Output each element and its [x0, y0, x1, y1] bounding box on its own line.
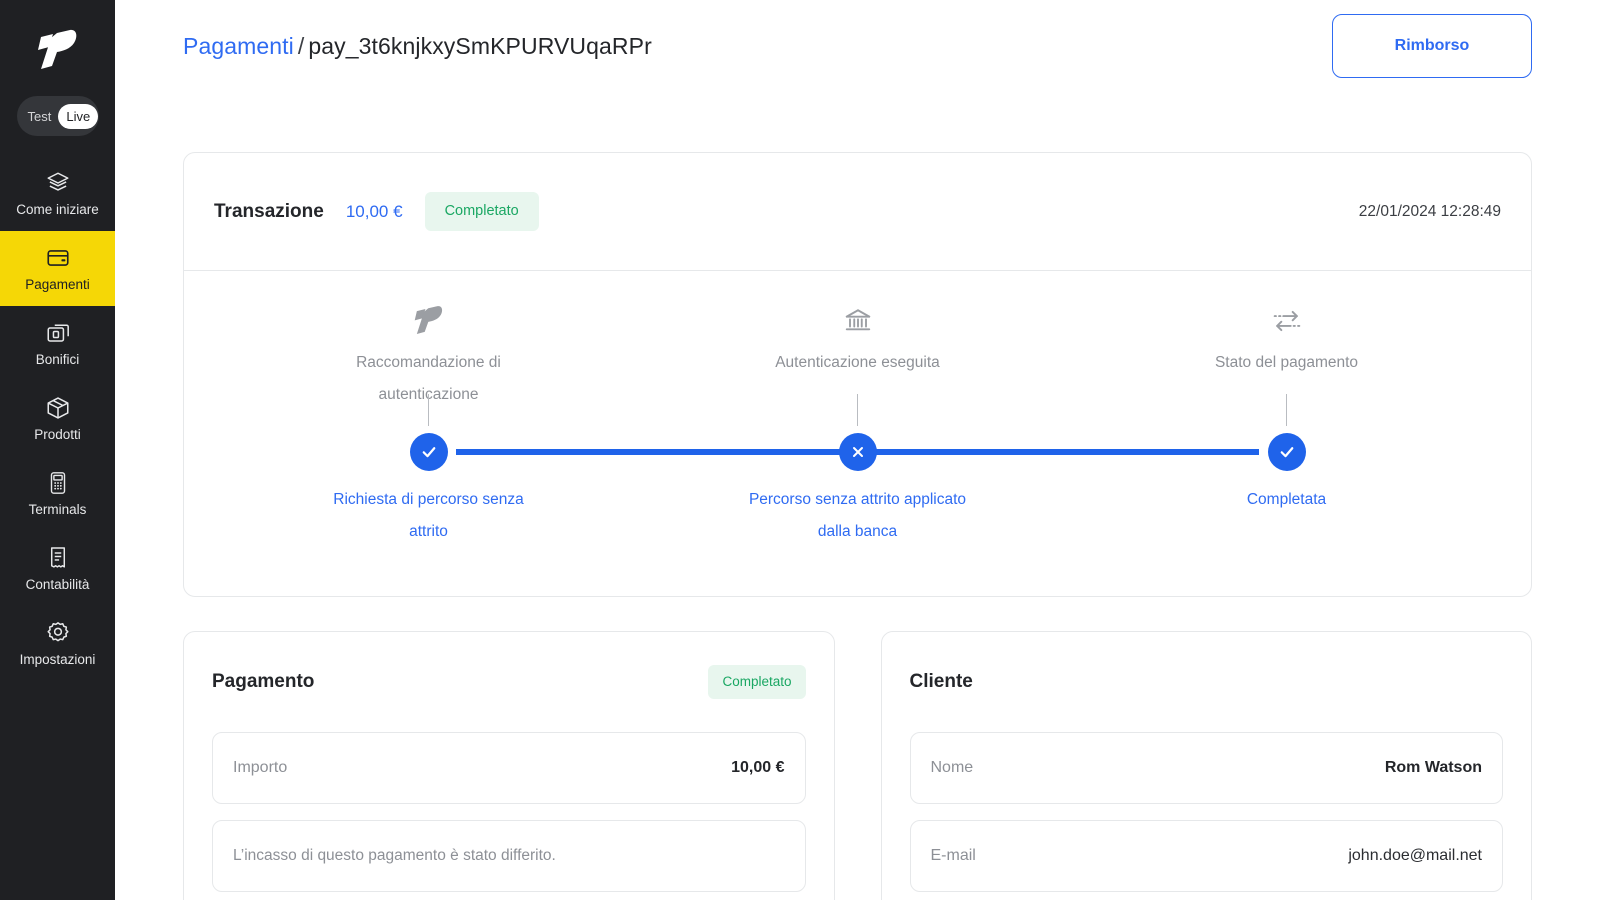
- sidebar-item-impostazioni[interactable]: Impostazioni: [0, 606, 115, 681]
- logo-mark-icon: [37, 29, 76, 69]
- receipt-icon: [45, 545, 71, 571]
- transaction-title: Transazione: [214, 200, 324, 222]
- transaction-datetime: 22/01/2024 12:28:49: [1358, 202, 1501, 220]
- stepper-step-2: Autenticazione eseguita Percorso senza a…: [643, 271, 1072, 596]
- sidebar-item-label: Come iniziare: [16, 202, 99, 218]
- customer-email-field[interactable]: E-mail john.doe@mail.net: [909, 820, 1503, 892]
- payment-card: Pagamento Completato Importo 10,00 € L’i…: [183, 631, 835, 900]
- stepper-step-1: Raccomandazione di autenticazione Richie…: [214, 271, 643, 596]
- sidebar: Test Live Come iniziare Pagamenti Bonifi…: [0, 0, 115, 900]
- sidebar-item-label: Contabilità: [25, 577, 90, 593]
- sidebar-item-label: Prodotti: [34, 427, 81, 443]
- step-bottom-label[interactable]: Richiesta di percorso senza attrito: [314, 484, 544, 548]
- breadcrumb-current: pay_3t6knjkxySmKPURVUqaRPr: [308, 32, 652, 59]
- customer-card-title: Cliente: [909, 671, 973, 692]
- credit-card-icon: [45, 245, 71, 271]
- sidebar-item-contabilita[interactable]: Contabilità: [0, 531, 115, 606]
- payment-card-header: Pagamento Completato: [212, 632, 806, 732]
- breadcrumb: Pagamenti / pay_3t6knjkxySmKPURVUqaRPr: [183, 33, 652, 60]
- gear-icon: [45, 620, 71, 646]
- customer-name-field[interactable]: Nome Rom Watson: [909, 732, 1503, 804]
- sidebar-item-label: Terminals: [28, 502, 87, 518]
- logo[interactable]: [0, 0, 115, 96]
- sidebar-item-label: Bonifici: [35, 352, 80, 368]
- sidebar-item-pagamenti[interactable]: Pagamenti: [0, 231, 115, 306]
- transaction-card: Transazione 10,00 € Completato 22/01/202…: [183, 152, 1532, 597]
- step-bottom-label[interactable]: Percorso senza attrito applicato dalla b…: [743, 484, 973, 548]
- bank-icon: [842, 301, 874, 335]
- breadcrumb-separator: /: [297, 32, 305, 59]
- main-content: Pagamenti / pay_3t6knjkxySmKPURVUqaRPr Rim…: [115, 0, 1600, 900]
- transaction-header: Transazione 10,00 € Completato 22/01/202…: [184, 153, 1531, 271]
- payment-note-text: L’incasso di questo pagamento è stato di…: [233, 847, 556, 864]
- cards-stack-icon: [45, 320, 71, 346]
- field-label: E-mail: [930, 847, 976, 864]
- customer-card: Cliente Nome Rom Watson E-mail john.doe@…: [880, 631, 1532, 900]
- transaction-status-badge: Completato: [424, 192, 539, 231]
- step-bottom-label[interactable]: Completata: [1247, 484, 1326, 516]
- field-label: Importo: [233, 759, 288, 776]
- payment-status-badge: Completato: [708, 665, 806, 699]
- env-option-test[interactable]: Test: [21, 106, 59, 127]
- step-marker-cross[interactable]: [838, 433, 877, 471]
- sidebar-item-terminals[interactable]: Terminals: [0, 456, 115, 531]
- sidebar-item-label: Pagamenti: [25, 277, 90, 293]
- field-value: Rom Watson: [1384, 759, 1482, 776]
- payment-amount-field[interactable]: Importo 10,00 €: [212, 732, 806, 804]
- box-icon: [45, 395, 71, 421]
- sidebar-item-label: Impostazioni: [19, 652, 96, 668]
- payment-note-field: L’incasso di questo pagamento è stato di…: [212, 820, 806, 892]
- payment-card-title: Pagamento: [212, 671, 315, 692]
- step-connector-tick: [427, 394, 430, 426]
- detail-cards-row: Pagamento Completato Importo 10,00 € L’i…: [183, 631, 1532, 900]
- field-label: Nome: [930, 759, 974, 776]
- sidebar-item-bonifici[interactable]: Bonifici: [0, 306, 115, 381]
- step-top-label: Stato del pagamento: [1214, 354, 1359, 371]
- authentication-stepper: Raccomandazione di autenticazione Richie…: [184, 271, 1531, 596]
- field-value: john.doe@mail.net: [1348, 847, 1482, 864]
- step-connector-tick: [856, 394, 859, 426]
- topbar: Pagamenti / pay_3t6knjkxySmKPURVUqaRPr Rim…: [183, 0, 1532, 92]
- transaction-summary: Transazione 10,00 € Completato: [214, 192, 539, 231]
- sidebar-item-prodotti[interactable]: Prodotti: [0, 381, 115, 456]
- env-option-live[interactable]: Live: [58, 103, 99, 129]
- brand-p-icon: [414, 301, 444, 335]
- breadcrumb-root-link[interactable]: Pagamenti: [183, 33, 294, 59]
- transaction-amount: 10,00 €: [345, 201, 403, 221]
- field-value: 10,00 €: [731, 759, 785, 776]
- layers-icon: [45, 170, 71, 196]
- stepper-step-3: Stato del pagamento Completata: [1072, 271, 1501, 596]
- step-marker-check[interactable]: [409, 433, 448, 471]
- step-top-label: Autenticazione eseguita: [775, 354, 940, 371]
- step-marker-check[interactable]: [1267, 433, 1306, 471]
- sidebar-nav: Come iniziare Pagamenti Bonifici Prodott…: [0, 156, 115, 681]
- sidebar-item-come-iniziare[interactable]: Come iniziare: [0, 156, 115, 231]
- refund-button[interactable]: Rimborso: [1332, 14, 1532, 78]
- step-connector-tick: [1285, 394, 1288, 426]
- pos-terminal-icon: [45, 470, 71, 496]
- app-root: Test Live Come iniziare Pagamenti Bonifi…: [0, 0, 1600, 900]
- env-toggle[interactable]: Test Live: [16, 96, 99, 136]
- exchange-arrows-icon: [1271, 301, 1303, 335]
- customer-card-header: Cliente: [910, 632, 1504, 732]
